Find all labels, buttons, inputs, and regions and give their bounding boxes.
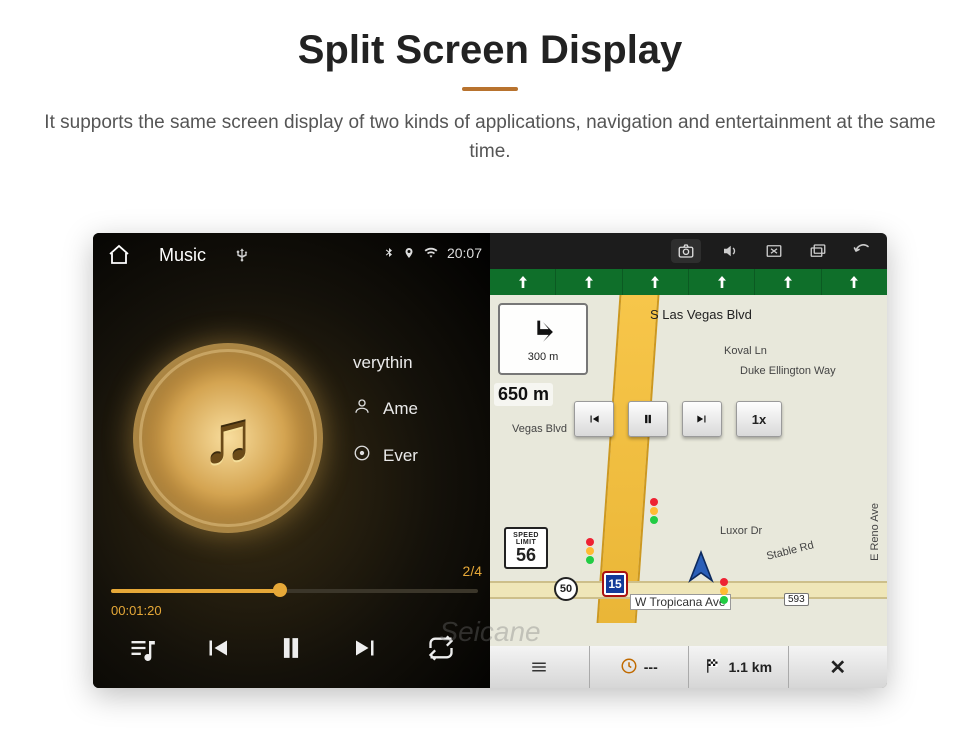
bluetooth-icon [383,246,395,260]
album-art: ♫ [133,343,323,533]
screenshot-button[interactable] [671,239,701,263]
page-title: Split Screen Display [0,28,980,73]
artist-name: Ame [383,399,418,419]
route-593-badge: 593 [784,593,809,606]
usb-icon [234,247,250,263]
street-vegas-blvd: Vegas Blvd [512,423,567,435]
volume-button[interactable] [715,239,745,263]
track-title: verythin [353,353,413,373]
playlist-button[interactable] [120,626,164,670]
track-counter: 2/4 [463,563,482,579]
music-panel: Music 20:07 ♫ verythin [93,233,490,688]
progress-fill [111,589,280,593]
title-underline [462,87,518,91]
sim-prev-button[interactable] [574,401,614,437]
checkered-flag-icon [704,657,722,678]
clock-icon [620,657,638,678]
system-nav-bar [490,233,887,269]
nav-menu-button[interactable] [490,646,590,688]
traffic-light-icon [586,533,594,564]
next-turn-card: 300 m [498,303,588,375]
status-bar: 20:07 [383,245,482,261]
album-row: Ever [353,444,490,467]
eta-cell[interactable]: --- [590,646,690,688]
music-header-label: Music [159,245,206,266]
route-shield: 50 [554,577,578,601]
location-icon [403,246,415,260]
home-icon[interactable] [107,243,131,267]
street-stable: Stable Rd [765,539,815,562]
turn-big-distance: 650 m [494,383,553,406]
repeat-button[interactable] [419,626,463,670]
sim-next-button[interactable] [682,401,722,437]
prev-button[interactable] [195,626,239,670]
street-s-las-vegas: S Las Vegas Blvd [650,307,752,322]
speed-limit-sign: SPEED LIMIT 56 [504,527,548,569]
artist-row: Ame [353,397,490,420]
next-button[interactable] [344,626,388,670]
progress-thumb[interactable] [273,583,287,597]
close-window-button[interactable] [759,239,789,263]
pause-button[interactable] [269,626,313,670]
music-controls [93,626,490,670]
street-koval: Koval Ln [724,345,767,357]
turn-small-distance: 300 m [528,351,559,363]
close-icon: ✕ [829,655,846,680]
nav-close-button[interactable]: ✕ [789,646,888,688]
traffic-light-icon [720,573,728,604]
progress-bar[interactable]: 00:01:20 [111,583,478,603]
page-description: It supports the same screen display of t… [0,109,980,166]
eta-value: --- [644,659,658,675]
sim-pause-button[interactable] [628,401,668,437]
remaining-distance: 1.1 km [728,659,772,675]
head-unit-screenshot: Music 20:07 ♫ verythin [93,233,887,688]
street-duke: Duke Ellington Way [740,365,836,377]
back-button[interactable] [847,239,877,263]
street-tropicana: W Tropicana Ave [630,594,731,610]
turn-left-icon [521,315,565,349]
street-luxor: Luxor Dr [720,525,762,537]
elapsed-time: 00:01:20 [111,603,162,618]
interstate-shield: 15 [602,571,628,597]
album-icon [353,444,371,467]
artist-icon [353,397,371,420]
navigation-panel: 300 m 650 m SPEED LIMIT 56 50 15 1x [490,233,887,688]
music-note-icon: ♫ [201,397,255,479]
sim-speed-button[interactable]: 1x [736,401,782,437]
street-reno: E Reno Ave [869,503,881,561]
status-time: 20:07 [447,245,482,261]
sim-control-row: 1x [574,401,782,437]
track-title-row: verythin [353,353,490,373]
wifi-icon [423,246,439,260]
vehicle-cursor [682,549,720,592]
remaining-distance-cell[interactable]: 1.1 km [689,646,789,688]
traffic-light-icon [650,493,658,524]
nav-bottom-bar: --- 1.1 km ✕ [490,646,887,688]
multitask-button[interactable] [803,239,833,263]
track-meta: verythin Ame Ever [353,353,490,467]
album-name: Ever [383,446,418,466]
lane-guidance-bar [490,269,887,295]
